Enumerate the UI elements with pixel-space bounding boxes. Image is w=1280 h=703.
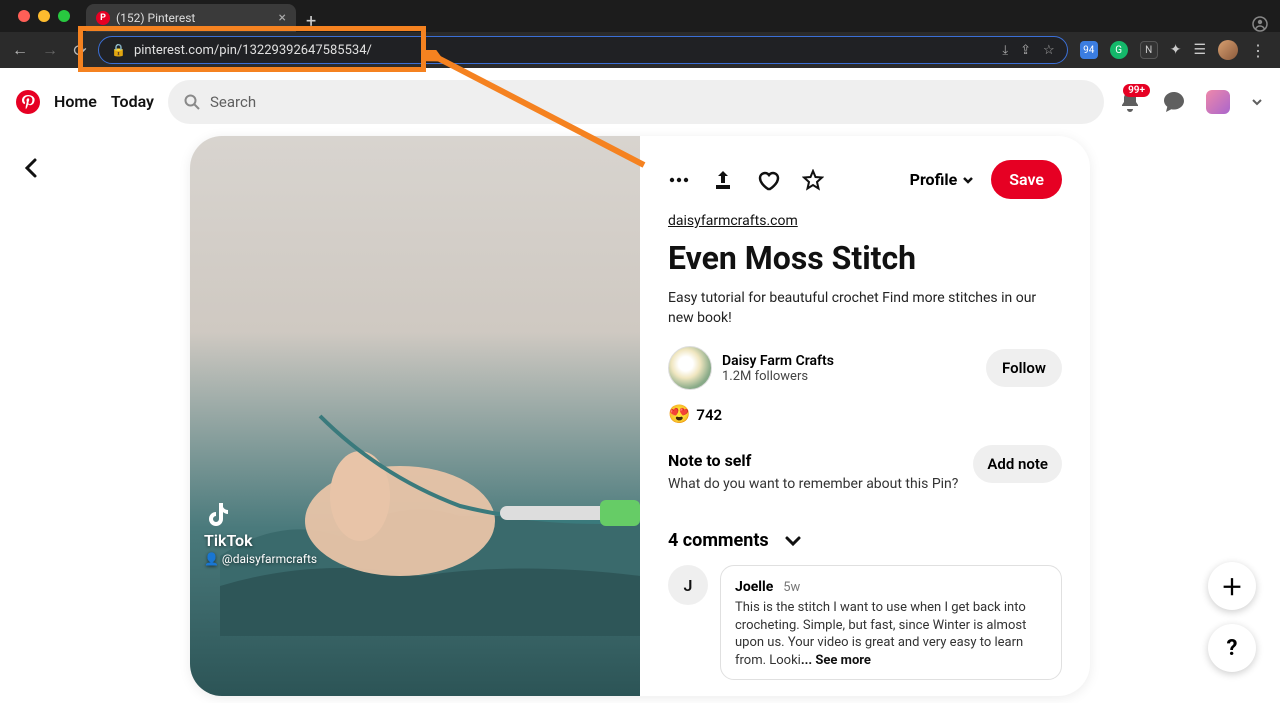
add-note-button[interactable]: Add note bbox=[973, 445, 1062, 483]
help-fab[interactable]: ? bbox=[1208, 624, 1256, 672]
notification-badge: 99+ bbox=[1123, 84, 1150, 97]
pin-title: Even Moss Stitch bbox=[668, 239, 1062, 277]
extension-icon[interactable]: 94 bbox=[1080, 41, 1098, 59]
tiktok-handle: 👤 @daisyfarmcrafts bbox=[204, 552, 317, 566]
reactions[interactable]: 😍 742 bbox=[668, 404, 1062, 425]
board-selector[interactable]: Profile bbox=[910, 170, 976, 189]
comment-time: 5w bbox=[783, 580, 800, 595]
chat-icon bbox=[1162, 90, 1186, 114]
source-link[interactable]: daisyfarmcrafts.com bbox=[668, 213, 798, 229]
follow-button[interactable]: Follow bbox=[986, 349, 1062, 387]
browser-tab[interactable]: P (152) Pinterest × bbox=[86, 4, 296, 32]
minimize-window-icon[interactable] bbox=[38, 10, 50, 22]
maximize-window-icon[interactable] bbox=[58, 10, 70, 22]
address-bar[interactable]: 🔒 pinterest.com/pin/13229392647585534/ ⤓… bbox=[98, 36, 1068, 64]
heart-react-icon: 😍 bbox=[668, 404, 690, 425]
reaction-count: 742 bbox=[696, 406, 722, 424]
back-button[interactable]: ← bbox=[8, 40, 32, 60]
commenter-avatar[interactable]: J bbox=[668, 565, 708, 605]
back-arrow-button[interactable] bbox=[20, 156, 44, 180]
reading-list-icon[interactable]: ☰ bbox=[1193, 42, 1206, 58]
reload-button[interactable]: ⟳ bbox=[68, 41, 92, 60]
browser-menu-icon[interactable]: ⋮ bbox=[1250, 41, 1266, 60]
tab-title: (152) Pinterest bbox=[116, 11, 195, 25]
grammarly-icon[interactable]: G bbox=[1110, 41, 1128, 59]
see-more-link[interactable]: ... See more bbox=[801, 653, 871, 668]
search-icon bbox=[184, 94, 200, 110]
pin-description: Easy tutorial for beautuful crochet Find… bbox=[668, 289, 1062, 328]
tiktok-label: TikTok bbox=[204, 531, 317, 550]
note-heading: Note to self bbox=[668, 451, 958, 470]
search-placeholder: Search bbox=[210, 93, 256, 111]
pin-card: TikTok 👤 @daisyfarmcrafts Profile Save d… bbox=[190, 136, 1090, 696]
browser-profile-avatar[interactable] bbox=[1218, 40, 1238, 60]
comments-toggle-icon[interactable] bbox=[783, 531, 803, 551]
share-page-icon[interactable]: ⇪ bbox=[1020, 43, 1031, 58]
download-icon[interactable]: ⤓ bbox=[1002, 43, 1008, 58]
new-tab-button[interactable]: + bbox=[296, 11, 326, 32]
more-options-icon[interactable] bbox=[668, 169, 690, 191]
window-controls[interactable] bbox=[10, 0, 78, 32]
search-input[interactable]: Search bbox=[168, 80, 1104, 124]
star-icon[interactable] bbox=[802, 169, 824, 191]
lock-icon: 🔒 bbox=[111, 43, 126, 57]
note-prompt: What do you want to remember about this … bbox=[668, 476, 958, 492]
forward-button[interactable]: → bbox=[38, 40, 62, 60]
create-fab[interactable]: ＋ bbox=[1208, 562, 1256, 610]
comment-item: J Joelle 5w This is the stitch I want to… bbox=[668, 565, 1062, 680]
comment-text: This is the stitch I want to use when I … bbox=[735, 599, 1047, 669]
pinterest-logo-icon[interactable] bbox=[16, 90, 40, 114]
chevron-down-icon bbox=[961, 173, 975, 187]
author-avatar[interactable] bbox=[668, 346, 712, 390]
heart-icon[interactable] bbox=[756, 168, 780, 192]
url-text: pinterest.com/pin/13229392647585534/ bbox=[134, 43, 372, 58]
commenter-name[interactable]: Joelle bbox=[735, 579, 773, 595]
author-name[interactable]: Daisy Farm Crafts bbox=[722, 353, 834, 369]
account-chevron-icon[interactable] bbox=[1250, 95, 1264, 109]
close-tab-icon[interactable]: × bbox=[279, 10, 286, 26]
tiktok-logo-icon bbox=[204, 501, 317, 529]
close-window-icon[interactable] bbox=[18, 10, 30, 22]
notion-icon[interactable]: N bbox=[1140, 41, 1158, 59]
user-avatar[interactable] bbox=[1206, 90, 1230, 114]
pinterest-favicon-icon: P bbox=[96, 11, 110, 25]
extensions-icon[interactable]: ✦ bbox=[1170, 42, 1182, 58]
bookmark-star-icon[interactable]: ☆ bbox=[1043, 43, 1055, 58]
notifications-button[interactable]: 99+ bbox=[1118, 90, 1142, 114]
author-followers: 1.2M followers bbox=[722, 369, 834, 384]
share-icon[interactable] bbox=[712, 169, 734, 191]
messages-button[interactable] bbox=[1162, 90, 1186, 114]
pin-media[interactable]: TikTok 👤 @daisyfarmcrafts bbox=[190, 136, 640, 696]
nav-today[interactable]: Today bbox=[111, 92, 154, 111]
account-indicator-icon[interactable] bbox=[1240, 16, 1280, 32]
comments-count: 4 comments bbox=[668, 530, 769, 551]
save-button[interactable]: Save bbox=[991, 160, 1062, 199]
nav-home[interactable]: Home bbox=[54, 92, 97, 111]
pinterest-header: Home Today Search 99+ bbox=[0, 68, 1280, 136]
